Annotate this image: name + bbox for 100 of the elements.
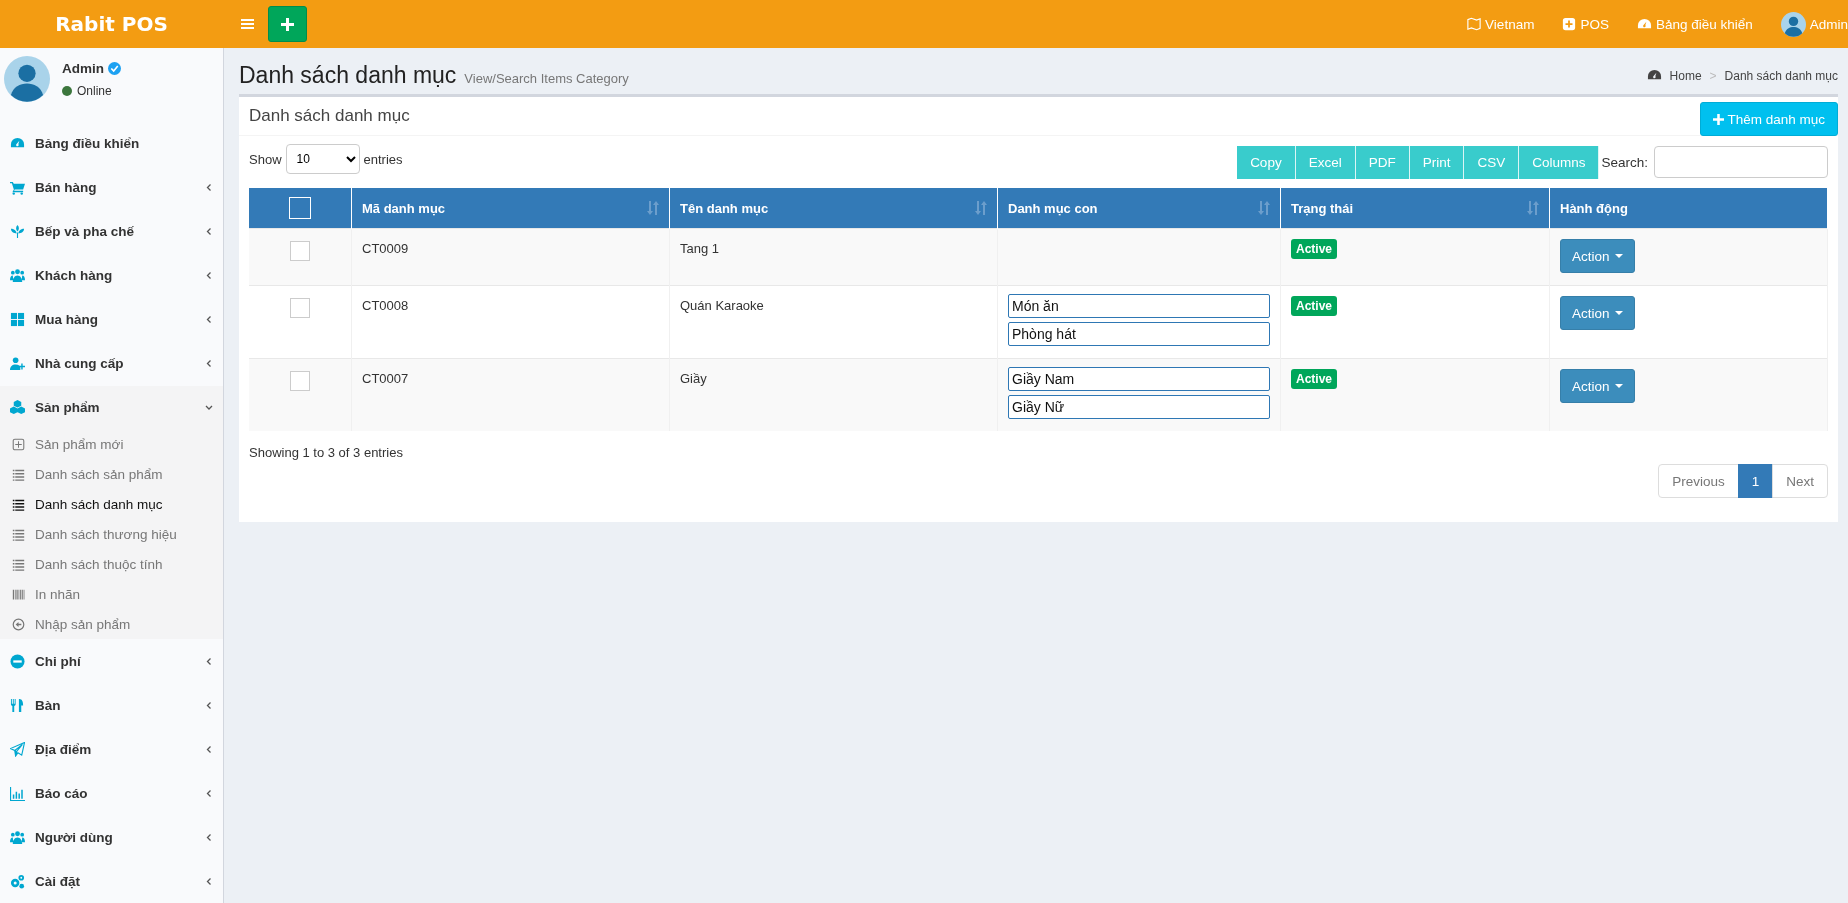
caret-icon xyxy=(1614,384,1623,388)
user-name: Admin xyxy=(62,61,104,76)
status-badge: Active xyxy=(1291,296,1338,316)
table-cell: Quán Karaoke xyxy=(680,298,764,313)
sidebar-item[interactable]: Khách hàng xyxy=(0,253,223,298)
row-checkbox[interactable] xyxy=(290,241,310,261)
users-icon xyxy=(10,268,25,284)
submenu-item[interactable]: Sản phẩm mới xyxy=(0,429,223,460)
sidebar-item[interactable]: Người dùng xyxy=(0,815,223,860)
sidebar-item[interactable]: Mua hàng xyxy=(0,297,223,342)
list-icon xyxy=(12,527,25,541)
sidebar-item[interactable]: Bảng điều khiển xyxy=(0,121,223,166)
chevron-icon xyxy=(204,789,214,798)
grid-icon xyxy=(10,312,25,328)
box-title: Danh sách danh mục xyxy=(249,106,410,126)
verified-icon xyxy=(108,62,121,75)
breadcrumb-item[interactable]: Home xyxy=(1669,68,1702,83)
submenu-item[interactable]: Danh sách danh mục xyxy=(0,489,223,520)
cart-icon xyxy=(10,180,25,196)
row-checkbox[interactable] xyxy=(290,371,310,391)
user-plus-icon xyxy=(10,356,25,372)
list-icon xyxy=(12,467,25,481)
sidebar-item[interactable]: Địa điểm xyxy=(0,727,223,772)
breadcrumb-item: Danh sách danh mục xyxy=(1724,68,1838,83)
caret-icon xyxy=(1614,311,1623,315)
next-button[interactable]: Next xyxy=(1772,464,1828,498)
caret-icon xyxy=(1614,254,1623,258)
select-all-checkbox[interactable] xyxy=(289,197,311,219)
chevron-icon xyxy=(204,657,214,666)
column-header[interactable]: Tên danh mục xyxy=(669,188,998,229)
subcategory-field[interactable]: Giầy Nữ xyxy=(1008,395,1270,419)
barcode-icon xyxy=(12,587,25,601)
page-button[interactable]: 1 xyxy=(1737,464,1774,498)
online-dot xyxy=(62,86,72,96)
column-header[interactable]: Hành động xyxy=(1549,188,1828,229)
map-icon xyxy=(1467,17,1482,31)
submenu-item[interactable]: Nhập sản phẩm xyxy=(0,609,223,640)
chevron-icon xyxy=(204,271,214,280)
chevron-icon xyxy=(204,359,214,368)
add-button[interactable] xyxy=(268,6,307,42)
column-header[interactable]: Danh mục con xyxy=(997,188,1281,229)
subcategory-field[interactable]: Món ăn xyxy=(1008,294,1270,318)
chevron-icon xyxy=(204,701,214,710)
utensils-icon xyxy=(10,697,25,713)
sidebar-item[interactable]: Báo cáo xyxy=(0,771,223,816)
chevron-icon xyxy=(205,403,213,412)
chevron-icon xyxy=(204,315,214,324)
sidebar-item[interactable]: Chi phí xyxy=(0,639,223,684)
show-label: Show xyxy=(249,151,282,167)
table-cell: CT0007 xyxy=(362,371,409,386)
search-field[interactable] xyxy=(1654,146,1828,178)
sidebar-item[interactable]: Nhà cung cấp xyxy=(0,341,223,386)
search-label: Search: xyxy=(1601,154,1648,170)
entries-select[interactable]: 10 xyxy=(285,144,360,174)
table-cell: CT0009 xyxy=(362,241,409,256)
subcategory-field[interactable]: Giầy Nam xyxy=(1008,367,1270,391)
menu-icon xyxy=(241,18,254,30)
arrow-circle-icon xyxy=(12,617,25,631)
plus-icon xyxy=(281,17,294,31)
page-title: Danh sách danh mục xyxy=(239,62,457,89)
leaf-icon xyxy=(10,224,25,240)
sidebar-item[interactable]: Bếp và pha chế xyxy=(0,209,223,254)
list-icon xyxy=(12,497,25,511)
submenu-item[interactable]: Danh sách thương hiệu xyxy=(0,519,223,550)
users-icon xyxy=(10,829,25,845)
action-button[interactable]: Action xyxy=(1560,239,1635,273)
sort-icon xyxy=(1526,201,1539,215)
chevron-icon xyxy=(204,877,214,886)
action-button[interactable]: Action xyxy=(1560,369,1635,403)
column-header[interactable]: Trạng thái xyxy=(1280,188,1550,229)
sort-icon xyxy=(974,201,987,215)
list-icon xyxy=(12,557,25,571)
table-cell: CT0008 xyxy=(362,298,409,313)
previous-button[interactable]: Previous xyxy=(1658,464,1739,498)
sidebar-item[interactable]: Bàn xyxy=(0,683,223,728)
user-status: Online xyxy=(77,84,112,98)
sidebar-item[interactable]: Sản phẩm xyxy=(0,385,223,430)
subcategory-field[interactable]: Phòng hát xyxy=(1008,322,1270,346)
entries-label: entries xyxy=(363,151,403,167)
gears-icon xyxy=(10,873,25,889)
submenu-item[interactable]: In nhãn xyxy=(0,579,223,610)
avatar-icon xyxy=(1780,11,1806,37)
table-info: Showing 1 to 3 of 3 entries xyxy=(249,445,404,460)
submenu-item[interactable]: Danh sách thuộc tính xyxy=(0,549,223,580)
column-header[interactable]: Mã danh mục xyxy=(351,188,670,229)
row-checkbox[interactable] xyxy=(290,298,310,318)
submenu-item[interactable]: Danh sách sản phẩm xyxy=(0,459,223,490)
action-button[interactable]: Action xyxy=(1560,296,1635,330)
sidebar-item[interactable]: Bán hàng xyxy=(0,165,223,210)
breadcrumb-separator: > xyxy=(1709,68,1717,83)
table-cell: Giầy xyxy=(680,371,707,386)
status-badge: Active xyxy=(1291,239,1338,259)
sidebar-item[interactable]: Cài đặt xyxy=(0,859,223,903)
minus-circle-icon xyxy=(10,653,25,669)
plus-icon xyxy=(1713,113,1725,125)
avatar-icon xyxy=(4,56,50,102)
paper-plane-icon xyxy=(10,741,25,757)
cubes-icon xyxy=(10,400,25,415)
plus-square-icon xyxy=(12,437,25,451)
chevron-icon xyxy=(204,745,214,754)
